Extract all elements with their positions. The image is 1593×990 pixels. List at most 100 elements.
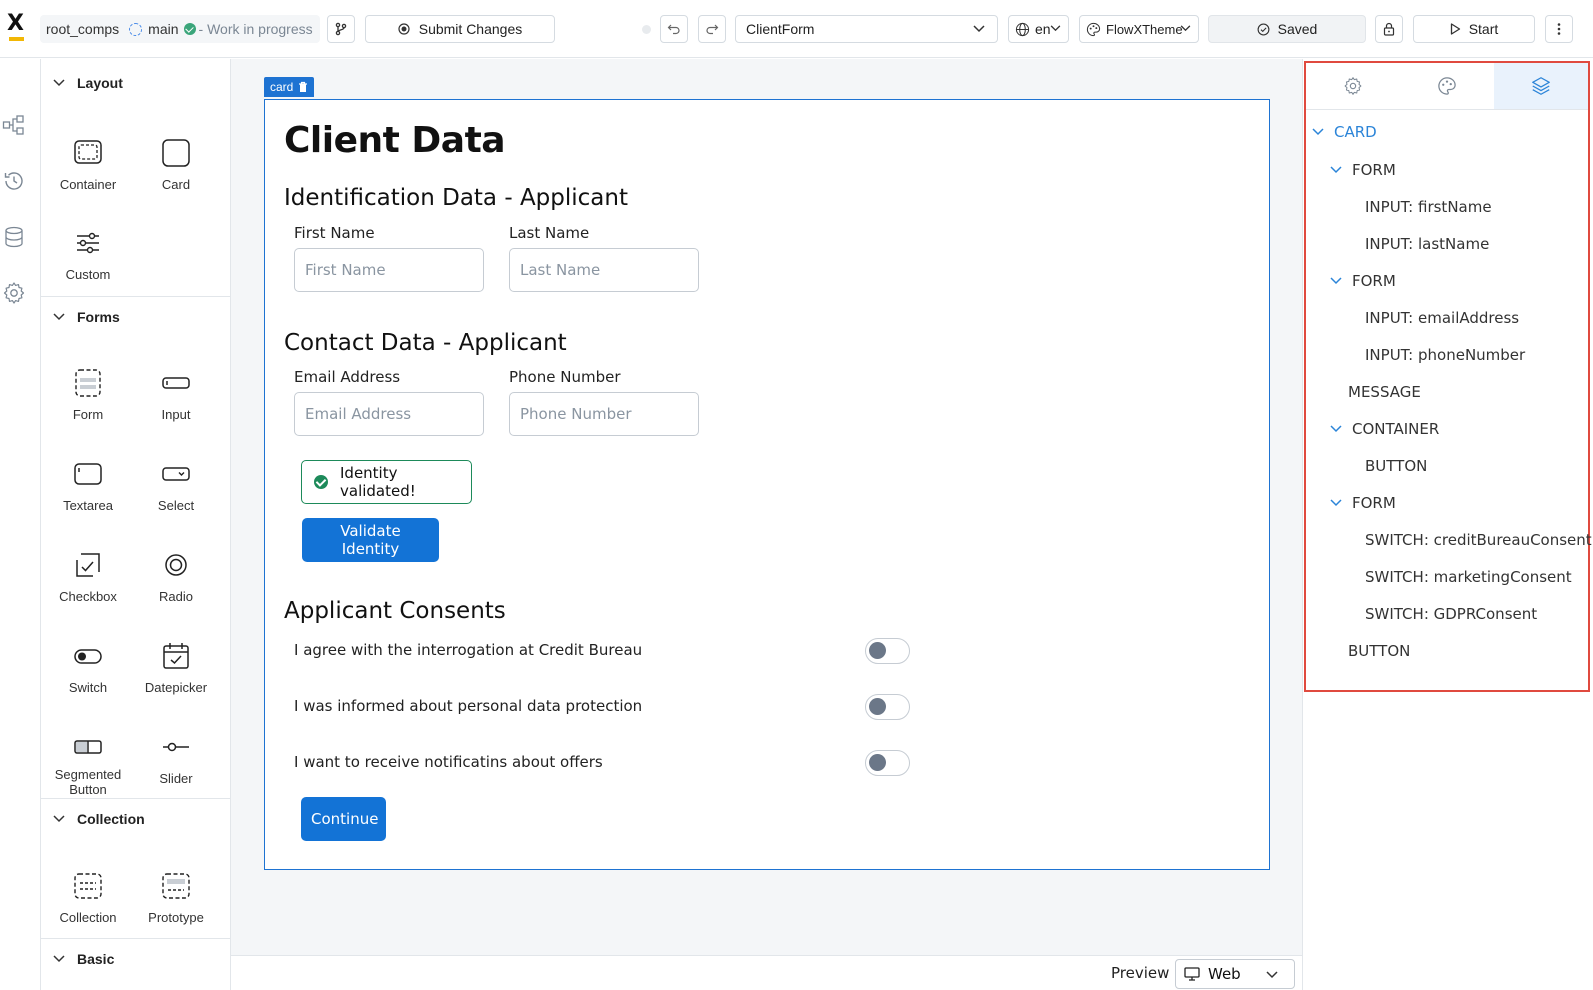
section-collection-header[interactable]: Collection bbox=[41, 799, 230, 839]
start-button[interactable]: Start bbox=[1413, 15, 1535, 43]
container-icon bbox=[74, 140, 102, 164]
left-icon-rail bbox=[0, 59, 41, 990]
first-name-input[interactable] bbox=[294, 248, 484, 292]
tree-node-switch[interactable]: SWITCH: marketingConsent bbox=[1365, 568, 1572, 586]
palette-item-segmented-button[interactable]: Segmented Button bbox=[44, 731, 132, 797]
palette-item-label: Datepicker bbox=[144, 680, 208, 695]
palette-item-slider[interactable]: Slider bbox=[132, 731, 220, 786]
palette-item-form[interactable]: Form bbox=[44, 367, 132, 422]
chevron-down-icon bbox=[53, 313, 65, 321]
email-input[interactable] bbox=[294, 392, 484, 436]
more-options-button[interactable] bbox=[1545, 15, 1573, 43]
chevron-down-icon bbox=[1330, 277, 1342, 285]
palette-item-checkbox[interactable]: Checkbox bbox=[44, 549, 132, 604]
tree-node-card[interactable]: CARD bbox=[1312, 123, 1377, 141]
radio-icon bbox=[165, 554, 187, 576]
redo-button[interactable] bbox=[698, 15, 726, 43]
lock-button[interactable] bbox=[1375, 15, 1403, 43]
section-contact-title: Contact Data - Applicant bbox=[284, 330, 567, 356]
card-tag-label: card bbox=[270, 80, 294, 94]
validate-identity-button[interactable]: Validate Identity bbox=[302, 518, 439, 562]
undo-button[interactable] bbox=[660, 15, 688, 43]
trash-icon[interactable] bbox=[298, 81, 308, 93]
chevron-down-icon bbox=[1330, 166, 1342, 174]
tree-node-label: INPUT: lastName bbox=[1365, 235, 1490, 253]
segmented-button-icon bbox=[74, 740, 102, 754]
tree-node-message[interactable]: MESSAGE bbox=[1348, 383, 1421, 401]
last-name-input[interactable] bbox=[509, 248, 699, 292]
section-forms-label: Forms bbox=[77, 309, 120, 325]
saved-status-button[interactable]: Saved bbox=[1208, 15, 1366, 43]
undo-icon bbox=[667, 24, 680, 35]
chevron-down-icon bbox=[973, 25, 985, 33]
client-data-card[interactable]: Client Data Identification Data - Applic… bbox=[264, 99, 1270, 870]
palette-item-container[interactable]: Container bbox=[44, 137, 132, 192]
palette-item-label: Checkbox bbox=[59, 589, 117, 604]
tree-node-form[interactable]: FORM bbox=[1330, 272, 1396, 290]
consent-switch-marketing[interactable] bbox=[865, 750, 910, 776]
first-name-label: First Name bbox=[294, 224, 375, 242]
tree-node-label: CONTAINER bbox=[1352, 420, 1440, 438]
tree-node-input[interactable]: INPUT: lastName bbox=[1365, 235, 1489, 253]
process-flow-icon[interactable] bbox=[2, 113, 26, 137]
preview-mode-dropdown[interactable]: Web bbox=[1175, 959, 1295, 989]
branch-icon-button[interactable] bbox=[327, 15, 355, 43]
palette-item-switch[interactable]: Switch bbox=[44, 640, 132, 695]
palette-item-datepicker[interactable]: Datepicker bbox=[132, 640, 220, 695]
palette-item-textarea[interactable]: Textarea bbox=[44, 458, 132, 513]
palette-item-custom[interactable]: Custom bbox=[44, 227, 132, 282]
tree-node-input[interactable]: INPUT: phoneNumber bbox=[1365, 346, 1525, 364]
play-icon bbox=[1450, 23, 1460, 35]
tree-node-switch[interactable]: SWITCH: GDPRConsent bbox=[1365, 605, 1537, 623]
tree-node-container[interactable]: CONTAINER bbox=[1330, 420, 1439, 438]
section-basic-header[interactable]: Basic bbox=[41, 939, 230, 979]
history-icon[interactable] bbox=[2, 169, 26, 193]
switch-icon bbox=[74, 649, 102, 664]
tree-node-switch[interactable]: SWITCH: creditBureauConsent bbox=[1365, 531, 1592, 549]
palette-item-card[interactable]: Card bbox=[132, 137, 220, 192]
tree-node-button[interactable]: BUTTON bbox=[1348, 642, 1410, 660]
consent-switch-credit-bureau[interactable] bbox=[865, 638, 910, 664]
palette-item-collection[interactable]: Collection bbox=[44, 870, 132, 925]
globe-icon bbox=[1015, 22, 1030, 36]
tree-node-input[interactable]: INPUT: firstName bbox=[1365, 198, 1492, 216]
phone-input[interactable] bbox=[509, 392, 699, 436]
form-select-value: ClientForm bbox=[746, 21, 815, 37]
palette-item-radio[interactable]: Radio bbox=[132, 549, 220, 604]
saved-status-label: Saved bbox=[1277, 21, 1318, 37]
tree-node-label: FORM bbox=[1352, 494, 1396, 512]
collection-icon bbox=[74, 873, 102, 899]
git-branch-icon bbox=[335, 22, 347, 36]
continue-button[interactable]: Continue bbox=[301, 797, 386, 841]
consent-switch-data-protection[interactable] bbox=[865, 694, 910, 720]
preview-label: Preview bbox=[1111, 964, 1170, 982]
tree-node-form[interactable]: FORM bbox=[1330, 494, 1396, 512]
card-selection-tag[interactable]: card bbox=[264, 77, 315, 97]
palette-item-label: Switch bbox=[68, 680, 108, 695]
language-dropdown[interactable]: en bbox=[1008, 15, 1069, 43]
check-circle-icon bbox=[314, 475, 328, 489]
chevron-down-icon bbox=[1312, 128, 1324, 136]
top-toolbar: X root_comps main - Work in progress Sub… bbox=[0, 0, 1593, 58]
tree-node-form[interactable]: FORM bbox=[1330, 161, 1396, 179]
tree-node-label: MESSAGE bbox=[1348, 383, 1421, 401]
settings-gear-icon[interactable] bbox=[2, 281, 26, 305]
consent-label-credit-bureau: I agree with the interrogation at Credit… bbox=[294, 641, 643, 659]
project-branch-indicator[interactable]: root_comps main - Work in progress bbox=[40, 15, 320, 43]
palette-item-prototype[interactable]: Prototype bbox=[132, 870, 220, 925]
form-icon bbox=[75, 369, 101, 397]
section-layout-header[interactable]: Layout bbox=[41, 63, 230, 103]
section-forms-header[interactable]: Forms bbox=[41, 297, 230, 337]
email-label: Email Address bbox=[294, 368, 401, 386]
redo-icon bbox=[706, 24, 719, 35]
tree-node-button[interactable]: BUTTON bbox=[1365, 457, 1427, 475]
submit-changes-button[interactable]: Submit Changes bbox=[365, 15, 555, 43]
form-select-dropdown[interactable]: ClientForm bbox=[735, 15, 998, 43]
database-icon[interactable] bbox=[2, 225, 26, 249]
theme-dropdown[interactable]: FlowXTheme bbox=[1079, 15, 1199, 43]
palette-item-input[interactable]: Input bbox=[132, 367, 220, 422]
tree-node-label: CARD bbox=[1334, 123, 1377, 141]
tree-node-input[interactable]: INPUT: emailAddress bbox=[1365, 309, 1519, 327]
palette-item-select[interactable]: Select bbox=[132, 458, 220, 513]
palette-item-label: Collection bbox=[59, 910, 117, 925]
